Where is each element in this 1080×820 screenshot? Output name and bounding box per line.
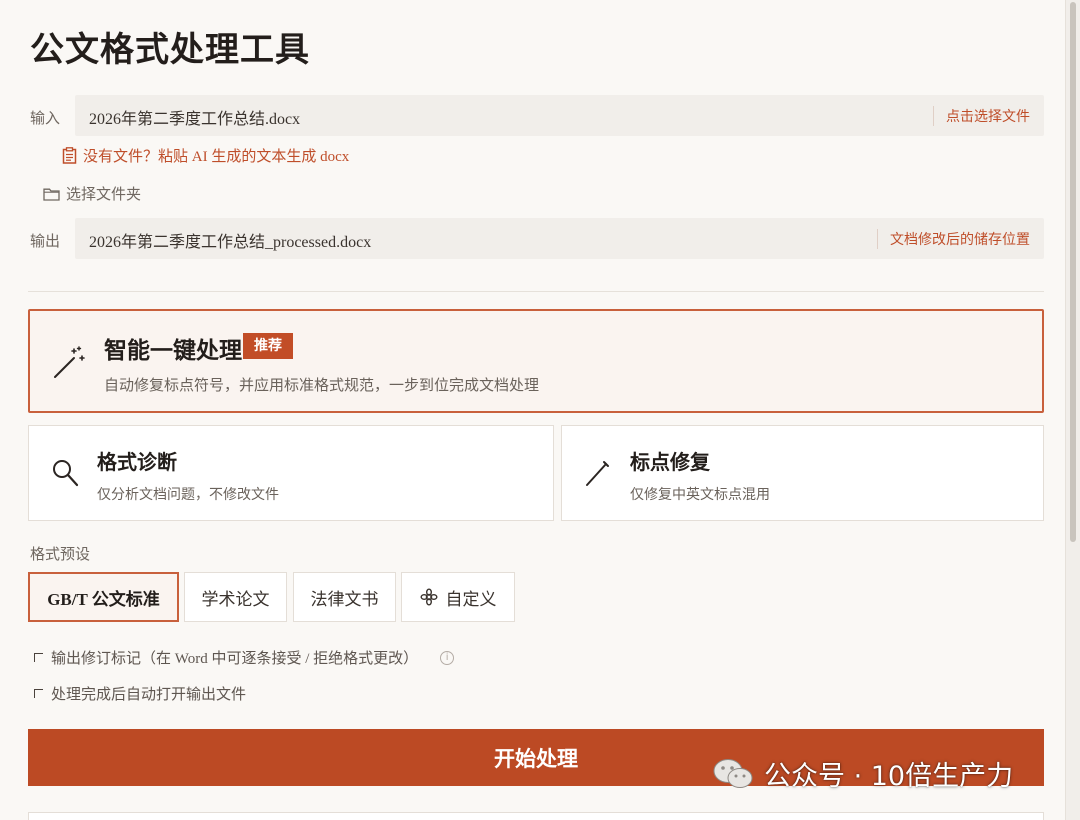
clipboard-icon	[62, 147, 77, 164]
result-panel	[28, 812, 1044, 820]
info-icon[interactable]: i	[440, 650, 455, 665]
format-diagnose-card[interactable]: 格式诊断 仅分析文档问题，不修改文件	[28, 425, 554, 521]
watermark-text: 公众号 · 10倍生产力	[764, 761, 1014, 792]
output-file-value: 2026年第二季度工作总结_processed.docx	[89, 234, 372, 251]
format-diagnose-description: 仅分析文档问题，不修改文件	[97, 487, 279, 503]
preset-custom-label: 自定义	[445, 589, 497, 609]
input-file-field[interactable]: 2026年第二季度工作总结.docx 点击选择文件	[75, 95, 1044, 136]
preset-gbt-button[interactable]: GB/T 公文标准	[28, 572, 179, 622]
smart-process-description: 自动修复标点符号，并应用标准格式规范，一步到位完成文档处理	[104, 376, 540, 394]
track-changes-label: 输出修订标记（在 Word 中可逐条接受 / 拒绝格式更改）	[51, 651, 419, 667]
auto-open-option[interactable]: 处理完成后自动打开输出文件	[34, 683, 246, 704]
section-divider	[28, 291, 1044, 292]
magic-wand-icon	[54, 346, 85, 378]
pen-icon	[586, 461, 609, 486]
paste-ai-text-label: 没有文件？粘贴 AI 生成的文本生成 docx	[83, 149, 350, 165]
format-diagnose-title: 格式诊断	[97, 452, 177, 474]
output-location-button[interactable]: 文档修改后的储存位置	[877, 229, 1030, 249]
search-icon	[53, 460, 79, 487]
scrollbar-thumb[interactable]	[1070, 2, 1076, 542]
wechat-watermark: 公众号 · 10倍生产力	[712, 754, 1013, 793]
output-label: 输出	[30, 232, 61, 250]
auto-open-checkbox[interactable]	[34, 689, 43, 698]
punctuation-fix-title: 标点修复	[630, 452, 710, 474]
choose-file-button[interactable]: 点击选择文件	[933, 106, 1030, 126]
wechat-logo-icon	[713, 758, 753, 788]
choose-folder-label: 选择文件夹	[66, 185, 142, 203]
smart-process-title: 智能一键处理	[104, 338, 242, 363]
preset-gbt-label: GB/T 公文标准	[47, 589, 160, 609]
vertical-scrollbar[interactable]	[1066, 0, 1080, 820]
track-changes-checkbox[interactable]	[34, 653, 43, 662]
app-window: 公文格式处理工具 输入 2026年第二季度工作总结.docx 点击选择文件 没有…	[0, 0, 1066, 820]
preset-custom-button[interactable]: 自定义	[401, 572, 515, 622]
page-title: 公文格式处理工具	[30, 32, 310, 69]
input-file-value: 2026年第二季度工作总结.docx	[89, 111, 301, 128]
gear-icon	[419, 588, 438, 606]
recommended-badge: 推荐	[243, 333, 293, 359]
punctuation-fix-card[interactable]: 标点修复 仅修复中英文标点混用	[561, 425, 1044, 521]
preset-legal-label: 法律文书	[310, 589, 379, 609]
preset-legal-button[interactable]: 法律文书	[293, 572, 396, 622]
paste-ai-text-link[interactable]: 没有文件？粘贴 AI 生成的文本生成 docx	[62, 145, 349, 166]
preset-section-label: 格式预设	[30, 545, 91, 563]
preset-academic-button[interactable]: 学术论文	[184, 572, 287, 622]
output-file-field[interactable]: 2026年第二季度工作总结_processed.docx 文档修改后的储存位置	[75, 218, 1044, 259]
auto-open-label: 处理完成后自动打开输出文件	[51, 687, 247, 703]
smart-process-card[interactable]: 智能一键处理 推荐 自动修复标点符号，并应用标准格式规范，一步到位完成文档处理	[28, 309, 1044, 413]
preset-academic-label: 学术论文	[201, 589, 270, 609]
folder-icon	[43, 188, 60, 201]
choose-folder-link[interactable]: 选择文件夹	[43, 183, 141, 204]
input-label: 输入	[30, 109, 61, 127]
track-changes-option[interactable]: 输出修订标记（在 Word 中可逐条接受 / 拒绝格式更改） i	[34, 647, 455, 668]
punctuation-fix-description: 仅修复中英文标点混用	[630, 487, 770, 503]
